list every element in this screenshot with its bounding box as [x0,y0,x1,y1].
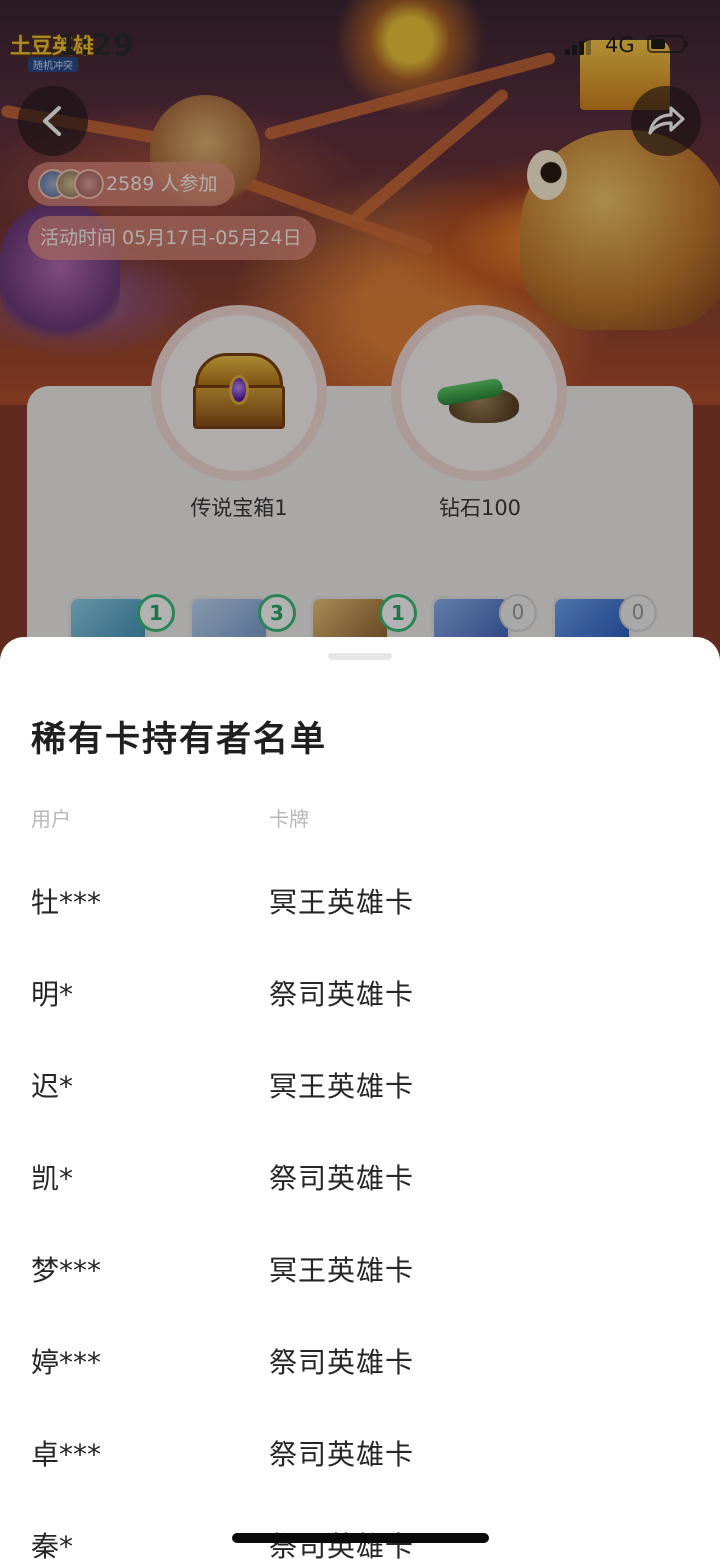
holder-row: 凯* 祭司英雄卡 [0,1165,720,1257]
column-header-card: 卡牌 [269,807,309,831]
holder-card: 冥王英雄卡 [269,886,415,919]
holder-card: 祭司英雄卡 [269,1346,415,1379]
holder-card: 祭司英雄卡 [269,1438,415,1471]
sheet-drag-handle[interactable] [328,653,392,660]
holder-user: 卓*** [31,1438,102,1471]
holder-user: 婷*** [31,1346,102,1379]
holder-row: 迟* 冥王英雄卡 [0,1073,720,1165]
holder-user: 迟* [31,1070,74,1103]
holder-row: 婷*** 祭司英雄卡 [0,1349,720,1441]
holder-card: 祭司英雄卡 [269,1162,415,1195]
rare-card-holders-sheet: 稀有卡持有者名单 用户 卡牌 牡*** 冥王英雄卡 明* 祭司英雄卡 迟* 冥王… [0,637,720,1559]
column-header-user: 用户 [31,807,71,831]
holder-row: 梦*** 冥王英雄卡 [0,1257,720,1349]
holder-row: 卓*** 祭司英雄卡 [0,1441,720,1533]
holder-user: 凯* [31,1162,74,1195]
holder-user: 梦*** [31,1254,102,1287]
home-indicator[interactable] [232,1533,489,1543]
holder-row: 明* 祭司英雄卡 [0,981,720,1073]
sheet-title: 稀有卡持有者名单 [31,720,328,760]
holder-card: 祭司英雄卡 [269,978,415,1011]
holder-user: 牡*** [31,886,102,919]
holder-user: 明* [31,978,74,1011]
holder-row: 牡*** 冥王英雄卡 [0,889,720,981]
holder-card: 冥王英雄卡 [269,1070,415,1103]
holder-card: 冥王英雄卡 [269,1254,415,1287]
holder-user: 秦* [31,1530,74,1559]
